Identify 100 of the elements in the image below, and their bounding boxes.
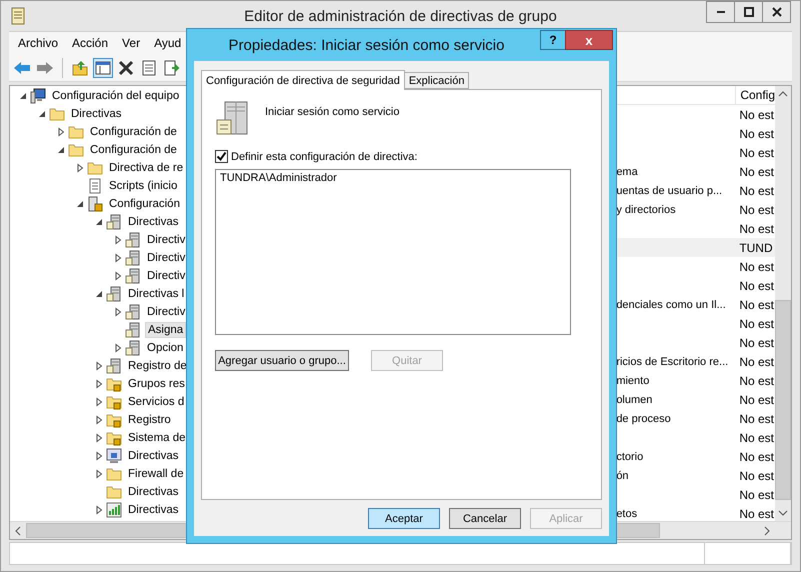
policy-row[interactable]: denciales como un Il... No est xyxy=(616,295,775,314)
dialog-button[interactable]: Cancelar xyxy=(449,508,521,529)
tab[interactable]: Configuración de directiva de seguridad xyxy=(201,70,405,90)
tree-item[interactable]: Scripts (inicio xyxy=(107,179,180,193)
policy-row[interactable]: No est xyxy=(616,485,775,504)
expand-arrow-icon[interactable] xyxy=(113,307,123,317)
policy-row[interactable]: etos No est xyxy=(616,504,775,521)
accounts-list[interactable]: TUNDRA\Administrador xyxy=(215,169,571,335)
tree-item[interactable]: Sistema de xyxy=(126,431,188,445)
dialog-button[interactable]: Aceptar xyxy=(368,508,440,529)
define-checkbox[interactable] xyxy=(215,150,228,163)
tree-item[interactable]: Directivas xyxy=(69,107,124,121)
collapse-arrow-icon[interactable] xyxy=(56,145,66,155)
expand-arrow-icon[interactable] xyxy=(113,271,123,281)
policy-row[interactable]: miento No est xyxy=(616,371,775,390)
policy-row[interactable]: No est xyxy=(616,124,775,143)
policy-name: ema xyxy=(616,166,639,178)
minimize-icon xyxy=(716,11,724,13)
scrollbar-thumb[interactable] xyxy=(616,523,660,538)
expand-arrow-icon[interactable] xyxy=(94,415,104,425)
collapse-arrow-icon[interactable] xyxy=(18,91,28,101)
tree-item[interactable]: Configuración del equipo xyxy=(50,89,182,103)
collapse-arrow-icon[interactable] xyxy=(37,109,47,119)
tree-item[interactable]: Directivas xyxy=(126,215,180,229)
tree-item[interactable]: Directivas xyxy=(126,503,180,517)
server-icon xyxy=(125,322,141,338)
policy-row[interactable]: ón No est xyxy=(616,466,775,485)
policy-setting: No est xyxy=(738,146,775,160)
policy-row[interactable]: No est xyxy=(616,428,775,447)
tree-item[interactable]: Directiv xyxy=(145,251,188,265)
folder-up-icon xyxy=(72,60,88,76)
policy-row[interactable]: olumen No est xyxy=(616,390,775,409)
policy-row[interactable]: No est xyxy=(616,314,775,333)
policy-row[interactable]: No est xyxy=(616,276,775,295)
tree-item[interactable]: Directiv xyxy=(145,305,188,319)
account-item[interactable]: TUNDRA\Administrador xyxy=(220,172,566,184)
expand-arrow-icon[interactable] xyxy=(94,361,104,371)
maximize-button[interactable] xyxy=(734,1,763,23)
minimize-button[interactable] xyxy=(706,1,735,23)
menu-item[interactable]: Ver xyxy=(115,36,148,50)
policy-row[interactable]: No est xyxy=(616,143,775,162)
tree-item[interactable]: Configuración de xyxy=(88,125,179,139)
policy-row[interactable]: ricios de Escritorio re... No est xyxy=(616,352,775,371)
vertical-scrollbar[interactable] xyxy=(775,86,791,521)
expand-arrow-icon[interactable] xyxy=(94,505,104,515)
expand-arrow-icon[interactable] xyxy=(94,451,104,461)
policy-row[interactable]: No est xyxy=(616,105,775,124)
tree-item[interactable]: Asigna xyxy=(145,322,186,338)
collapse-arrow-icon[interactable] xyxy=(94,217,104,227)
policy-name: de proceso xyxy=(616,412,672,424)
policy-row[interactable]: y directorios No est xyxy=(616,200,775,219)
policy-row[interactable]: No est xyxy=(616,219,775,238)
scrollbar-thumb[interactable] xyxy=(775,300,791,500)
expand-arrow-icon[interactable] xyxy=(113,253,123,263)
policy-row[interactable]: TUND xyxy=(616,238,775,257)
tree-item[interactable]: Firewall de xyxy=(126,467,186,481)
close-button[interactable] xyxy=(762,1,791,23)
help-button[interactable]: ? xyxy=(540,30,566,50)
tree-item[interactable]: Directiva de re xyxy=(107,161,186,175)
tree-item[interactable]: Directivas xyxy=(126,449,180,463)
toolbar-button[interactable] xyxy=(93,58,113,78)
collapse-arrow-icon[interactable] xyxy=(94,289,104,299)
tree-item[interactable]: Configuración de xyxy=(88,143,179,157)
horizontal-scrollbar[interactable] xyxy=(616,521,791,539)
menu-item[interactable]: Acción xyxy=(65,36,116,50)
collapse-arrow-icon[interactable] xyxy=(75,199,85,209)
expand-arrow-icon[interactable] xyxy=(56,127,66,137)
tree-item[interactable]: Directiv xyxy=(145,233,188,247)
expand-arrow-icon[interactable] xyxy=(94,397,104,407)
policy-row[interactable]: No est xyxy=(616,333,775,352)
tree-item[interactable]: Opcion xyxy=(145,341,186,355)
expand-arrow-icon[interactable] xyxy=(94,379,104,389)
expand-arrow-icon[interactable] xyxy=(94,433,104,443)
tree-item[interactable]: Servicios d xyxy=(126,395,186,409)
policy-row[interactable]: ctorio No est xyxy=(616,447,775,466)
policy-name: olumen xyxy=(616,394,654,406)
menu-item[interactable]: Archivo xyxy=(11,36,66,50)
policy-row[interactable]: de proceso No est xyxy=(616,409,775,428)
policy-row[interactable]: ema No est xyxy=(616,162,775,181)
app-icon xyxy=(11,7,25,25)
expand-arrow-icon[interactable] xyxy=(113,235,123,245)
tree-item[interactable]: Directivas l xyxy=(126,287,186,301)
list-action-button[interactable]: Agregar usuario o grupo... xyxy=(215,350,349,371)
policy-row[interactable]: uentas de usuario p... No est xyxy=(616,181,775,200)
close-button[interactable]: x xyxy=(565,30,613,50)
expand-arrow-icon[interactable] xyxy=(75,163,85,173)
policy-row[interactable]: No est xyxy=(616,257,775,276)
monitor-icon xyxy=(106,448,122,464)
close-icon xyxy=(772,7,782,17)
expand-arrow-icon[interactable] xyxy=(113,343,123,353)
expand-arrow-icon[interactable] xyxy=(94,469,104,479)
tree-item[interactable]: Directivas xyxy=(126,485,180,499)
tree-item[interactable]: Grupos res xyxy=(126,377,187,391)
tree-item[interactable]: Registro de xyxy=(126,359,189,373)
tree-item[interactable]: Configuración xyxy=(107,197,182,211)
tree-item[interactable]: Registro xyxy=(126,413,173,427)
policy-setting: No est xyxy=(738,108,775,122)
tree-item[interactable]: Directiv xyxy=(145,269,188,283)
menu-item[interactable]: Ayud xyxy=(147,36,188,50)
tab[interactable]: Explicación xyxy=(404,72,470,89)
